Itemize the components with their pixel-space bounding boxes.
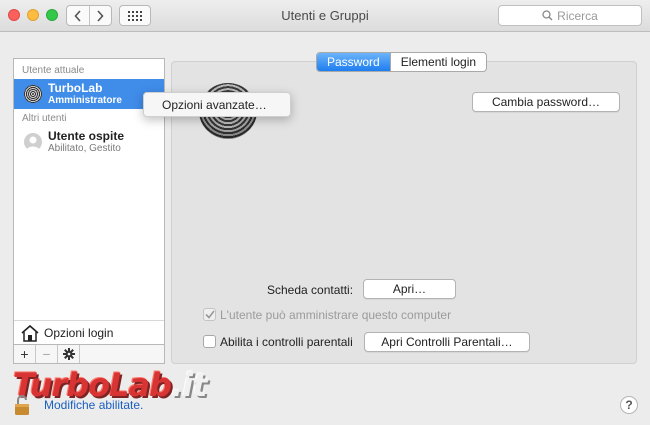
gear-icon: [62, 348, 75, 360]
sidebar-toolbar: + −: [13, 345, 165, 364]
action-menu-button[interactable]: [58, 345, 80, 363]
tab-login-items[interactable]: Elementi login: [389, 53, 486, 71]
login-options-item[interactable]: Opzioni login: [14, 320, 164, 344]
current-user-group-label: Utente attuale: [22, 65, 85, 76]
other-users-group-label: Altri utenti: [22, 113, 67, 124]
user-name: Utente ospite: [48, 129, 125, 143]
tab-bar: Password Elementi login: [316, 52, 488, 72]
avatar: [24, 85, 42, 103]
user-role: Amministratore: [48, 95, 122, 106]
admin-checkbox[interactable]: [203, 308, 216, 321]
sidebar-item-guest[interactable]: Utente ospite Abilitato, Gestito: [14, 127, 164, 157]
checkmark-icon: [204, 310, 215, 319]
tab-password[interactable]: Password: [317, 53, 390, 71]
login-options-label: Opzioni login: [44, 325, 114, 340]
change-password-button[interactable]: Cambia password…: [472, 92, 620, 112]
lock-status-text: Modifiche abilitate.: [44, 398, 144, 412]
admin-checkbox-label: L'utente può amministrare questo compute…: [220, 308, 452, 322]
context-menu-advanced-options[interactable]: Opzioni avanzate…: [143, 92, 291, 117]
open-contacts-button[interactable]: Apri…: [363, 279, 456, 299]
parental-controls-label: Abilita i controlli parentali: [220, 335, 353, 349]
help-button[interactable]: ?: [620, 396, 638, 414]
lock-button[interactable]: [14, 395, 30, 415]
search-field[interactable]: Ricerca: [498, 5, 642, 26]
open-parental-controls-button[interactable]: Apri Controlli Parentali…: [364, 332, 530, 352]
contacts-card-label: Scheda contatti:: [267, 283, 354, 297]
title-bar: Utenti e Gruppi Ricerca: [0, 0, 650, 32]
remove-user-button[interactable]: −: [36, 345, 58, 363]
user-name: TurboLab: [48, 81, 103, 95]
parental-controls-checkbox[interactable]: [203, 335, 216, 348]
watermark-white: .it: [171, 366, 207, 404]
lock-open-icon: [15, 395, 29, 415]
sidebar-item-turbolab[interactable]: TurboLab Amministratore: [14, 79, 164, 109]
add-user-button[interactable]: +: [14, 345, 36, 363]
guest-avatar-icon: [24, 133, 42, 151]
search-icon: [542, 10, 553, 21]
search-placeholder: Ricerca: [557, 8, 598, 23]
house-icon: [21, 324, 39, 342]
user-status: Abilitato, Gestito: [48, 143, 121, 154]
